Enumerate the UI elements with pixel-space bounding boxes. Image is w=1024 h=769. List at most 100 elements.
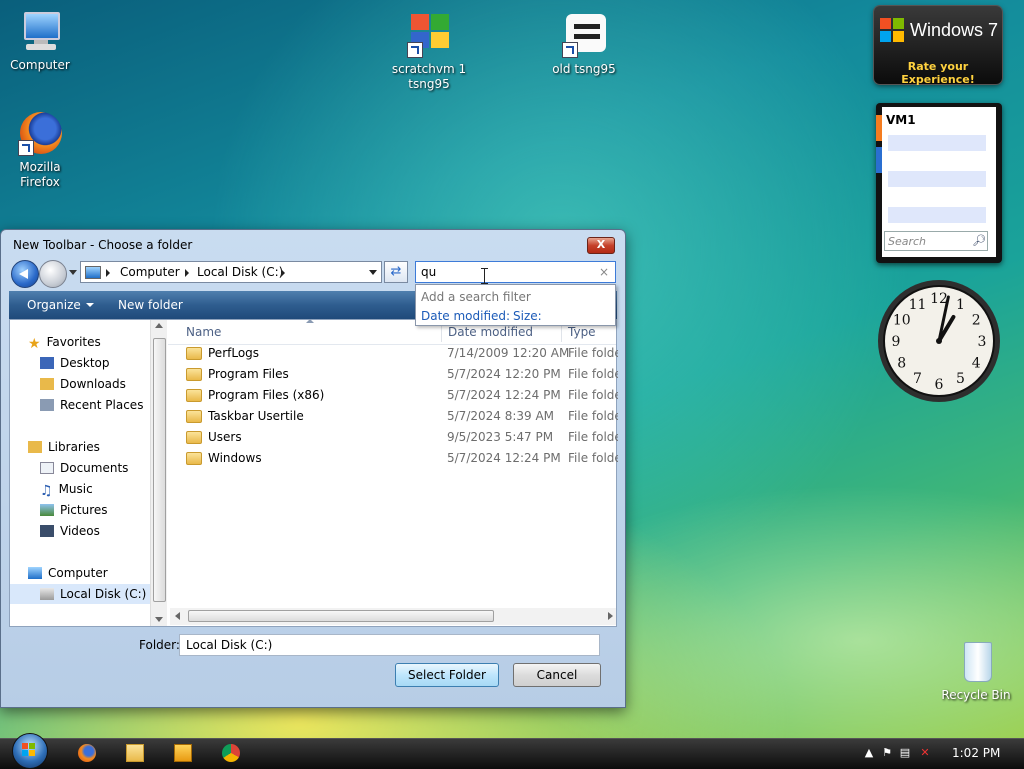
clock-face: 12 1234567891011: [878, 280, 1000, 402]
taskbar-clock[interactable]: 1:02 PM: [952, 746, 1000, 760]
column-date-modified[interactable]: Date modified: [448, 325, 533, 339]
refresh-button[interactable]: ⇄: [384, 261, 408, 283]
desktop-icon-old-tsng95[interactable]: old tsng95: [544, 14, 624, 77]
desktop-icon-firefox[interactable]: Mozilla Firefox: [0, 112, 80, 190]
folder-icon: [186, 389, 202, 402]
recent-pages-dropdown[interactable]: [69, 270, 77, 275]
nav-documents[interactable]: Documents: [40, 458, 128, 478]
windows7-gadget[interactable]: Windows 7 Rate your Experience!: [874, 6, 1002, 86]
breadcrumb-computer[interactable]: Computer: [120, 265, 180, 279]
scratch-shortcut-icon: [407, 14, 451, 58]
nav-local-disk[interactable]: Local Disk (C:): [10, 584, 150, 604]
computer-icon: [18, 10, 62, 54]
nav-computer[interactable]: Computer: [28, 563, 108, 583]
scroll-right-icon[interactable]: [608, 612, 613, 620]
notes-tab[interactable]: [876, 147, 882, 173]
close-button[interactable]: X: [587, 237, 615, 254]
nav-desktop[interactable]: Desktop: [40, 353, 110, 373]
scroll-up-icon[interactable]: [155, 323, 163, 328]
column-name[interactable]: Name: [186, 325, 221, 339]
breadcrumb-arrow[interactable]: [106, 269, 110, 277]
desktop-icon-computer[interactable]: Computer: [0, 10, 80, 73]
clock-numeral: 11: [909, 297, 927, 313]
chevron-down-icon: [85, 303, 94, 307]
cancel-button[interactable]: Cancel: [513, 663, 601, 687]
back-button[interactable]: [11, 260, 39, 288]
address-bar[interactable]: Computer Local Disk (C:): [80, 261, 382, 283]
clock-numeral: 10: [893, 313, 911, 329]
clock-numeral: 2: [972, 313, 981, 329]
choose-folder-dialog: New Toolbar - Choose a folder X Computer…: [0, 229, 626, 708]
column-type[interactable]: Type: [568, 325, 596, 339]
scroll-left-icon[interactable]: [175, 612, 180, 620]
filter-size[interactable]: Size:: [513, 309, 542, 323]
address-dropdown-icon[interactable]: [369, 270, 377, 275]
notes-paper: VM1 Search 🔎︎: [876, 107, 996, 257]
nav-music[interactable]: ♫ Music: [40, 479, 93, 499]
file-name: Users: [208, 430, 242, 444]
search-icon[interactable]: 🔎︎: [972, 234, 986, 247]
breadcrumb-arrow[interactable]: [185, 269, 189, 277]
folder-icon: [186, 452, 202, 465]
windows-flag-icon: [22, 743, 36, 757]
notes-line: [888, 171, 986, 187]
clear-search-icon[interactable]: ×: [599, 265, 609, 279]
nav-videos[interactable]: Videos: [40, 521, 100, 541]
desktop-icon-recycle-bin[interactable]: Recycle Bin: [936, 640, 1016, 703]
nav-favorites[interactable]: ★ Favorites: [28, 332, 101, 352]
nav-scroll-thumb[interactable]: [153, 338, 166, 602]
file-type: File folder: [568, 346, 618, 360]
start-button[interactable]: [8, 733, 50, 769]
clock-numeral: 6: [935, 377, 944, 393]
network-icon[interactable]: ▤: [898, 746, 912, 760]
shortcut-arrow-icon: [407, 42, 423, 58]
taskbar-firefox-icon[interactable]: [78, 744, 96, 762]
taskbar-media-player-icon[interactable]: [174, 744, 192, 762]
volume-muted-icon[interactable]: ✕: [918, 746, 932, 760]
nav-recent-places[interactable]: Recent Places: [40, 395, 143, 415]
file-date: 5/7/2024 8:39 AM: [447, 409, 555, 423]
filter-date-modified[interactable]: Date modified:: [421, 309, 510, 323]
breadcrumb-arrow[interactable]: [281, 269, 285, 277]
select-folder-button[interactable]: Select Folder: [395, 663, 499, 687]
nav-downloads[interactable]: Downloads: [40, 374, 126, 394]
breadcrumb-local-disk[interactable]: Local Disk (C:): [197, 265, 283, 279]
clock-numeral: 3: [978, 334, 987, 350]
file-name: Program Files: [208, 367, 289, 381]
navigation-pane: ★ Favorites Desktop Downloads Recent Plac…: [10, 320, 167, 626]
file-type: File folder: [568, 388, 618, 402]
action-center-flag-icon[interactable]: ⚑: [880, 746, 894, 760]
folder-field[interactable]: Local Disk (C:): [179, 634, 600, 656]
clock-gadget[interactable]: 12 1 2 3 4 5 6 7 8 9 10 11: [876, 278, 1002, 404]
file-type: File folder: [568, 430, 618, 444]
file-type: File folder: [568, 451, 618, 465]
new-folder-button[interactable]: New folder: [118, 298, 183, 312]
clock-numeral: 4: [972, 356, 981, 372]
file-date: 7/14/2009 12:20 AM: [447, 346, 570, 360]
file-name: Windows: [208, 451, 262, 465]
folder-icon: [186, 368, 202, 381]
notes-title: VM1: [886, 113, 916, 127]
shortcut-arrow-icon: [562, 42, 578, 58]
scroll-down-icon[interactable]: [155, 617, 163, 622]
taskbar-chrome-icon[interactable]: [222, 744, 240, 762]
organize-button[interactable]: Organize: [27, 298, 94, 312]
nav-scrollbar[interactable]: [150, 320, 167, 626]
file-name: Program Files (x86): [208, 388, 325, 402]
h-scroll-thumb[interactable]: [188, 610, 494, 622]
folder-icon: [186, 410, 202, 423]
libraries-icon: [28, 441, 42, 453]
forward-button[interactable]: [39, 260, 67, 288]
nav-libraries[interactable]: Libraries: [28, 437, 100, 457]
videos-icon: [40, 525, 54, 537]
taskbar-explorer-icon[interactable]: [126, 744, 144, 762]
desktop-icon-scratchvm[interactable]: scratchvm 1 tsng95: [389, 14, 469, 92]
clock-numeral: 8: [897, 356, 906, 372]
nav-pictures[interactable]: Pictures: [40, 500, 108, 520]
notes-tab[interactable]: [876, 115, 882, 141]
notes-gadget[interactable]: VM1 Search 🔎︎: [876, 103, 1002, 263]
rate-experience-link[interactable]: Rate your Experience!: [874, 60, 1002, 86]
search-input[interactable]: qu ×: [415, 261, 616, 283]
horizontal-scrollbar[interactable]: [170, 608, 616, 625]
show-hidden-icons-icon[interactable]: ▲: [862, 746, 876, 760]
